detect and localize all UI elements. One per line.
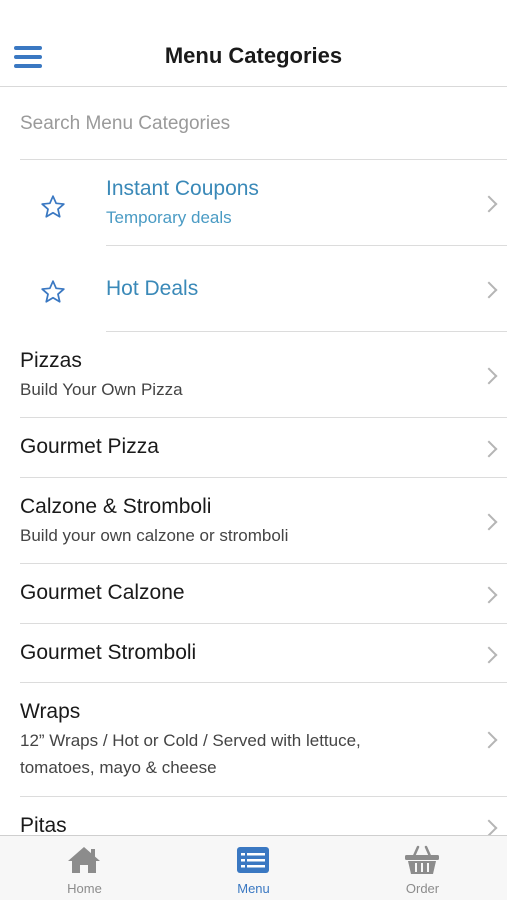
tab-home[interactable]: Home [0, 836, 169, 900]
item-subtitle: 12” Wraps / Hot or Cold / Served with le… [20, 731, 361, 750]
star-icon [41, 195, 65, 218]
list-item-pizzas[interactable]: Pizzas Build Your Own Pizza [0, 332, 507, 418]
list-item-pitas[interactable]: Pitas [0, 797, 507, 835]
item-title: Wraps [20, 700, 81, 723]
chevron-right-icon [480, 586, 498, 604]
tab-order[interactable]: Order [338, 836, 507, 900]
list-item-gourmet-pizza[interactable]: Gourmet Pizza [0, 418, 507, 478]
list-item-calzone-stromboli[interactable]: Calzone & Stromboli Build your own calzo… [0, 478, 507, 564]
item-subtitle: Build Your Own Pizza [20, 380, 183, 399]
tab-label: Menu [237, 881, 270, 896]
chevron-right-icon [480, 731, 498, 749]
search-bar [20, 88, 507, 160]
chevron-right-icon [480, 281, 498, 299]
item-title: Pizzas [20, 349, 82, 372]
chevron-right-icon [480, 819, 498, 835]
chevron-right-icon [480, 367, 498, 385]
tab-label: Home [67, 881, 102, 896]
item-title: Instant Coupons [106, 177, 259, 200]
item-subtitle: Temporary deals [106, 208, 232, 227]
item-title: Gourmet Calzone [20, 581, 185, 604]
item-title: Gourmet Stromboli [20, 641, 197, 664]
item-title: Hot Deals [106, 277, 199, 300]
page-title: Menu Categories [164, 43, 343, 68]
star-icon [41, 280, 65, 303]
category-list: Instant Coupons Temporary deals Hot Deal… [0, 160, 507, 835]
list-item-gourmet-calzone[interactable]: Gourmet Calzone [0, 564, 507, 624]
tab-menu[interactable]: Menu [169, 836, 338, 900]
chevron-right-icon [480, 440, 498, 458]
search-input[interactable] [20, 88, 507, 160]
item-title: Pitas [20, 814, 67, 835]
list-item-wraps[interactable]: Wraps 12” Wraps / Hot or Cold / Served w… [0, 683, 507, 797]
item-title: Gourmet Pizza [20, 435, 159, 458]
tab-label: Order [405, 881, 440, 896]
list-item-instant-coupons[interactable]: Instant Coupons Temporary deals [0, 160, 507, 246]
chevron-right-icon [480, 513, 498, 531]
list-item-gourmet-stromboli[interactable]: Gourmet Stromboli [0, 624, 507, 683]
item-subtitle: tomatoes, mayo & cheese [20, 758, 217, 777]
tab-bar: Home Menu Order [0, 835, 507, 900]
chevron-right-icon [480, 646, 498, 664]
home-icon [68, 847, 100, 873]
list-item-hot-deals[interactable]: Hot Deals [0, 246, 507, 332]
basket-icon [405, 845, 439, 874]
item-title: Calzone & Stromboli [20, 495, 212, 518]
header: Menu Categories [0, 0, 507, 87]
item-subtitle: Build your own calzone or stromboli [20, 526, 289, 545]
menu-list-icon [237, 847, 269, 873]
chevron-right-icon [480, 195, 498, 213]
